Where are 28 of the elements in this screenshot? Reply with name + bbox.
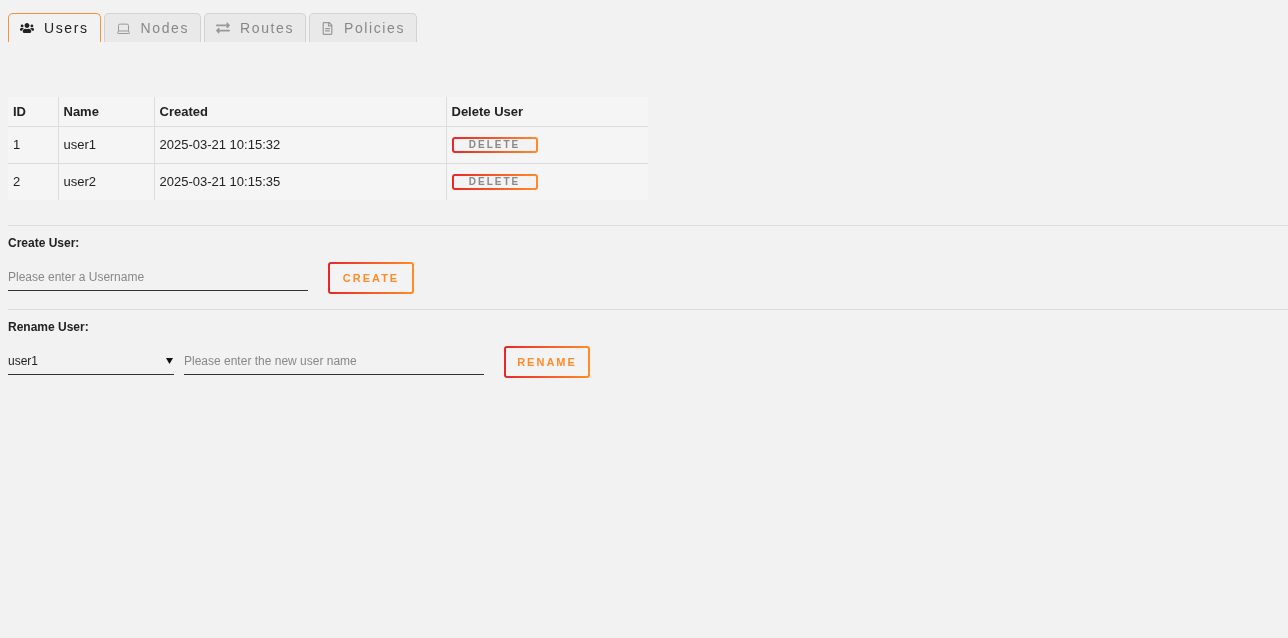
tab[interactable]: Policies [309, 13, 418, 42]
create-button[interactable]: CREATE [328, 262, 414, 294]
table-cell: 2 [8, 163, 58, 200]
rename-button[interactable]: RENAME [504, 346, 590, 378]
users-icon [20, 21, 34, 35]
user-select[interactable]: user1 [8, 347, 174, 375]
username-input[interactable]: Please enter a Username [8, 263, 308, 291]
table-cell: user2 [58, 163, 154, 200]
document-icon [321, 21, 334, 35]
delete-button[interactable]: DELETE [451, 173, 538, 190]
arrows-icon [216, 21, 231, 35]
delete-button[interactable]: DELETE [451, 136, 538, 153]
new-name-input[interactable]: Please enter the new user name [184, 347, 484, 375]
tab[interactable]: Routes [204, 13, 306, 42]
tab[interactable]: Nodes [103, 13, 202, 42]
table-cell: user1 [58, 126, 154, 163]
column-header: Created [154, 97, 446, 126]
column-header: Delete User [446, 97, 648, 126]
column-header: ID [8, 97, 58, 126]
table-cell: 2025-03-21 10:15:35 [154, 163, 446, 200]
section-label: Create User: [8, 236, 80, 250]
section-label: Rename User: [8, 320, 89, 334]
table-cell: 1 [8, 126, 58, 163]
column-header: Name [58, 97, 154, 126]
caret-icon [166, 357, 173, 364]
table-cell: 2025-03-21 10:15:32 [154, 126, 446, 163]
laptop-icon [115, 20, 131, 36]
tab[interactable]: Users [8, 13, 101, 42]
